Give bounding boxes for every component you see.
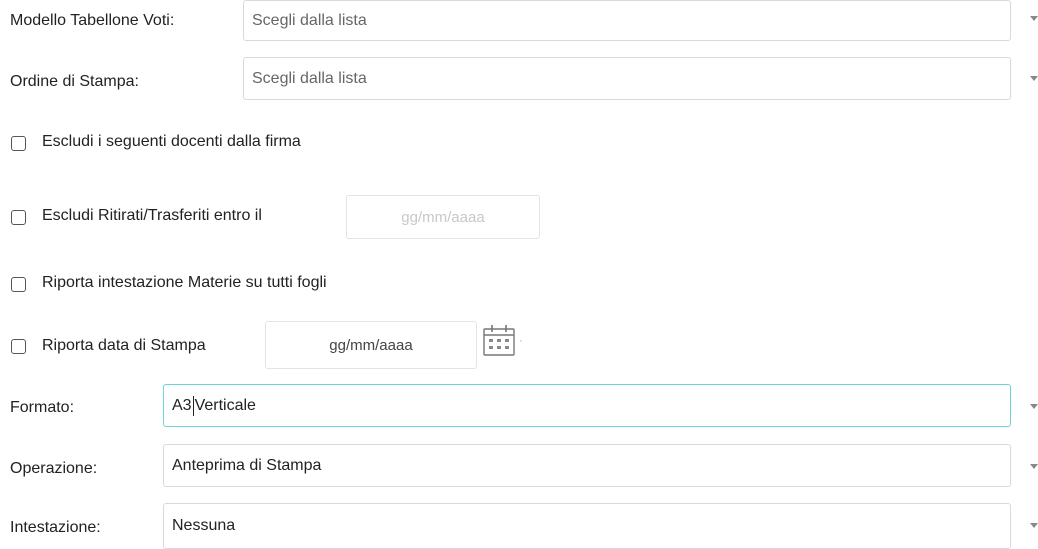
chevron-down-icon[interactable] [1030, 464, 1038, 469]
riporta-intestazione-label: Riporta intestazione Materie su tutti fo… [42, 274, 327, 291]
formato-value-start: A3 [172, 396, 192, 414]
text-cursor [192, 395, 194, 416]
modello-label: Modello Tabellone Voti: [10, 12, 175, 29]
chevron-down-icon[interactable] [1030, 16, 1038, 21]
formato-value-end: Verticale [194, 396, 256, 414]
riporta-data-date-value: gg/mm/aaaa [329, 336, 413, 354]
intestazione-select[interactable]: Nessuna [163, 503, 1011, 549]
riporta-data-date-input[interactable]: gg/mm/aaaa [265, 321, 477, 369]
intestazione-label: Intestazione: [10, 519, 101, 536]
escludi-ritirati-label: Escludi Ritirati/Trasferiti entro il [42, 207, 262, 224]
escludi-docenti-label: Escludi i seguenti docenti dalla firma [42, 133, 301, 150]
chevron-down-icon[interactable] [1030, 523, 1038, 528]
riporta-data-checkbox[interactable] [11, 339, 26, 354]
escludi-ritirati-date-input[interactable]: gg/mm/aaaa [346, 195, 540, 239]
ordine-select[interactable]: Scegli dalla lista [243, 57, 1011, 100]
intestazione-value: Nessuna [172, 517, 236, 534]
ordine-label: Ordine di Stampa: [10, 73, 139, 90]
escludi-ritirati-checkbox[interactable] [11, 210, 26, 225]
riporta-data-label: Riporta data di Stampa [42, 337, 206, 354]
calendar-icon[interactable] [483, 324, 523, 361]
operazione-label: Operazione: [10, 460, 98, 477]
escludi-ritirati-date-placeholder: gg/mm/aaaa [401, 208, 485, 226]
chevron-down-icon[interactable] [1030, 404, 1038, 409]
escludi-docenti-checkbox[interactable] [11, 136, 26, 151]
chevron-down-icon[interactable] [1030, 76, 1038, 81]
riporta-intestazione-checkbox[interactable] [11, 277, 26, 292]
ordine-placeholder: Scegli dalla lista [252, 69, 367, 87]
operazione-value: Anteprima di Stampa [172, 456, 322, 474]
formato-label: Formato: [10, 399, 75, 416]
formato-select[interactable]: A3 Verticale [163, 384, 1011, 427]
modello-select[interactable]: Scegli dalla lista [243, 0, 1011, 41]
modello-placeholder: Scegli dalla lista [252, 11, 367, 29]
operazione-select[interactable]: Anteprima di Stampa [163, 444, 1011, 487]
